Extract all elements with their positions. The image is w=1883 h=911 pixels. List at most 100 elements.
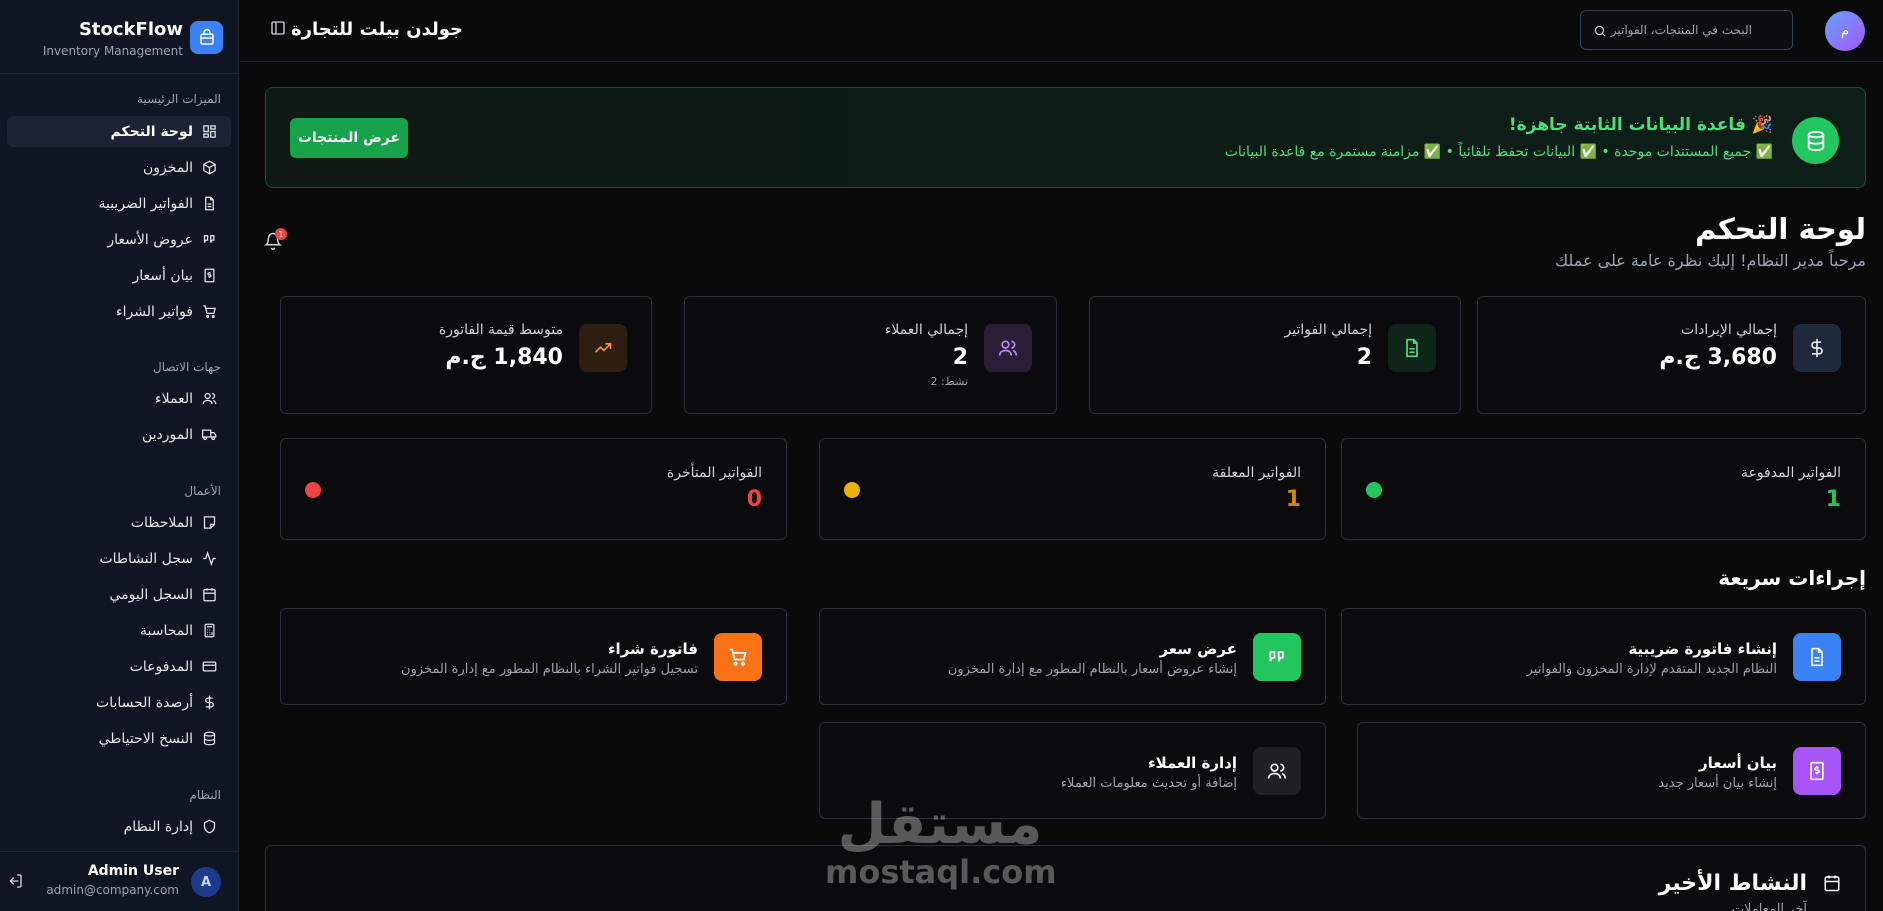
sidebar-item-dashboard[interactable]: لوحة التحكم bbox=[7, 116, 231, 147]
sidebar-item-label: أرصدة الحسابات bbox=[96, 694, 193, 711]
stat-label: إجمالي العملاء bbox=[884, 322, 968, 338]
quick-action-desc: إنشاء بيان أسعار جديد bbox=[1658, 776, 1777, 791]
quick-action-desc: تسجيل فواتير الشراء بالنظام المطور مع إد… bbox=[401, 662, 698, 677]
recent-activity-subtitle: آخر المعاملات bbox=[1731, 902, 1807, 911]
sidebar-item-label: الموردين bbox=[141, 426, 193, 443]
sidebar-item-purchase-invoices[interactable]: فواتير الشراء bbox=[7, 296, 231, 327]
stat-value: 1,840 ج.م bbox=[445, 345, 563, 370]
receipt-dollar-icon bbox=[201, 268, 217, 284]
section-label-business: الأعمال bbox=[184, 484, 221, 498]
sidebar-item-label: المدفوعات bbox=[129, 658, 193, 675]
quick-action-customers[interactable]: إدارة العملاء إضافة أو تحديث معلومات الع… bbox=[819, 722, 1326, 819]
search-input[interactable] bbox=[1581, 11, 1764, 49]
sidebar-item-system-admin[interactable]: إدارة النظام bbox=[7, 811, 231, 842]
sidebar-item-price-list[interactable]: بيان أسعار bbox=[7, 260, 231, 291]
status-dot bbox=[305, 482, 321, 498]
stat-label: متوسط قيمة الفاتورة bbox=[438, 322, 563, 338]
quick-action-title: بيان أسعار bbox=[1698, 754, 1777, 772]
truck-icon bbox=[201, 427, 217, 443]
sidebar-item-notes[interactable]: الملاحظات bbox=[7, 507, 231, 538]
sidebar-item-activity-log[interactable]: سجل النشاطات bbox=[7, 543, 231, 574]
sidebar-item-suppliers[interactable]: الموردين bbox=[7, 419, 231, 450]
status-dot bbox=[844, 482, 860, 498]
view-products-button[interactable]: عرض المنتجات bbox=[290, 118, 408, 158]
status-card-overdue: الفواتير المتأخرة 0 bbox=[280, 438, 787, 540]
dollar-icon bbox=[201, 695, 217, 711]
sidebar-item-daily-log[interactable]: السجل اليومي bbox=[7, 579, 231, 610]
package-logo-icon bbox=[190, 21, 223, 54]
sidebar-item-label: الفواتير الضريبية bbox=[98, 195, 193, 212]
status-label: الفواتير المتأخرة bbox=[666, 465, 762, 481]
quick-action-tax-invoice[interactable]: إنشاء فاتورة ضريبية النظام الجديد المتقد… bbox=[1341, 608, 1866, 705]
sidebar-item-label: المحاسبة bbox=[139, 622, 193, 639]
user-email: admin@company.com bbox=[46, 883, 179, 897]
sidebar-item-inventory[interactable]: المخزون bbox=[7, 152, 231, 183]
avatar[interactable]: A bbox=[191, 867, 221, 897]
sidebar-toggle-icon[interactable] bbox=[270, 20, 288, 38]
recent-activity-card: النشاط الأخير آخر المعاملات bbox=[265, 845, 1866, 911]
sidebar-item-label: لوحة التحكم bbox=[110, 123, 193, 140]
sidebar: StockFlow Inventory Management الميزات ا… bbox=[0, 0, 239, 911]
status-value: 1 bbox=[1285, 487, 1301, 512]
stat-label: إجمالي الفواتير bbox=[1284, 322, 1373, 338]
section-label-system: النظام bbox=[189, 788, 221, 802]
section-label-main: الميزات الرئيسية bbox=[137, 92, 221, 106]
quote-icon bbox=[201, 232, 217, 248]
header-avatar[interactable]: م bbox=[1825, 11, 1865, 51]
users-icon bbox=[201, 391, 217, 407]
shield-icon bbox=[201, 819, 217, 835]
stat-card-invoices: إجمالي الفواتير 2 bbox=[1089, 296, 1461, 414]
user-name: Admin User bbox=[87, 863, 179, 879]
quick-action-quote[interactable]: عرض سعر إنشاء عروض أسعار بالنظام المطور … bbox=[819, 608, 1326, 705]
sidebar-item-label: فواتير الشراء bbox=[116, 303, 193, 320]
stat-value: 2 bbox=[1356, 345, 1372, 370]
stat-card-customers: إجمالي العملاء 2 نشط: 2 bbox=[684, 296, 1057, 414]
sidebar-item-accounting[interactable]: المحاسبة bbox=[7, 615, 231, 646]
stat-card-revenue: إجمالي الإيرادات 3,680 ج.م bbox=[1477, 296, 1866, 414]
calculator-icon bbox=[201, 623, 217, 639]
database-icon bbox=[1792, 117, 1839, 164]
cart-icon bbox=[201, 304, 217, 320]
quick-action-title: إنشاء فاتورة ضريبية bbox=[1628, 640, 1777, 658]
user-profile: A Admin User admin@company.com bbox=[0, 851, 239, 911]
sidebar-item-backup[interactable]: النسخ الاحتياطي bbox=[7, 723, 231, 754]
db-ready-banner: 🎉 قاعدة البيانات الثابتة جاهزة! ✅ جميع ا… bbox=[265, 87, 1866, 188]
search-box[interactable] bbox=[1580, 10, 1793, 50]
database-icon bbox=[201, 731, 217, 747]
users-icon bbox=[1253, 747, 1301, 795]
sidebar-item-quotes[interactable]: عروض الأسعار bbox=[7, 224, 231, 255]
status-value: 0 bbox=[746, 487, 762, 512]
status-value: 1 bbox=[1825, 487, 1841, 512]
status-label: الفواتير المدفوعة bbox=[1740, 465, 1841, 481]
sidebar-item-account-balances[interactable]: أرصدة الحسابات bbox=[7, 687, 231, 718]
quick-action-title: إدارة العملاء bbox=[1147, 754, 1237, 772]
brand-subtitle: Inventory Management bbox=[42, 44, 183, 58]
activity-icon bbox=[201, 551, 217, 567]
sidebar-item-payments[interactable]: المدفوعات bbox=[7, 651, 231, 682]
quote-icon bbox=[1253, 633, 1301, 681]
status-card-pending: الفواتير المعلقة 1 bbox=[819, 438, 1326, 540]
logout-icon[interactable] bbox=[7, 873, 25, 891]
quick-action-desc: إضافة أو تحديث معلومات العملاء bbox=[1060, 776, 1237, 791]
dashboard-icon bbox=[201, 124, 217, 140]
package-icon bbox=[201, 160, 217, 176]
sidebar-item-tax-invoices[interactable]: الفواتير الضريبية bbox=[7, 188, 231, 219]
receipt-dollar-icon bbox=[1793, 747, 1841, 795]
quick-action-desc: إنشاء عروض أسعار بالنظام المطور مع إدارة… bbox=[947, 662, 1237, 677]
quick-action-purchase-invoice[interactable]: فاتورة شراء تسجيل فواتير الشراء بالنظام … bbox=[280, 608, 787, 705]
file-text-icon bbox=[1388, 324, 1436, 372]
dollar-icon bbox=[1793, 324, 1841, 372]
cart-icon bbox=[714, 633, 762, 681]
sidebar-item-customers[interactable]: العملاء bbox=[7, 383, 231, 414]
stat-label: إجمالي الإيرادات bbox=[1681, 322, 1777, 338]
stat-value: 3,680 ج.م bbox=[1659, 345, 1777, 370]
sidebar-item-label: الملاحظات bbox=[130, 514, 193, 531]
stat-note: نشط: 2 bbox=[930, 375, 968, 388]
quick-action-price-list[interactable]: بيان أسعار إنشاء بيان أسعار جديد bbox=[1357, 722, 1866, 819]
sidebar-item-label: سجل النشاطات bbox=[99, 550, 193, 567]
banner-subtitle: ✅ جميع المستندات موحدة • ✅ البيانات تحفظ… bbox=[1224, 144, 1773, 160]
sidebar-item-label: السجل اليومي bbox=[109, 586, 193, 603]
page-title: لوحة التحكم bbox=[1695, 212, 1866, 246]
top-header: م جولدن بيلت للتجارة bbox=[240, 0, 1883, 62]
sidebar-item-label: بيان أسعار bbox=[132, 267, 193, 284]
